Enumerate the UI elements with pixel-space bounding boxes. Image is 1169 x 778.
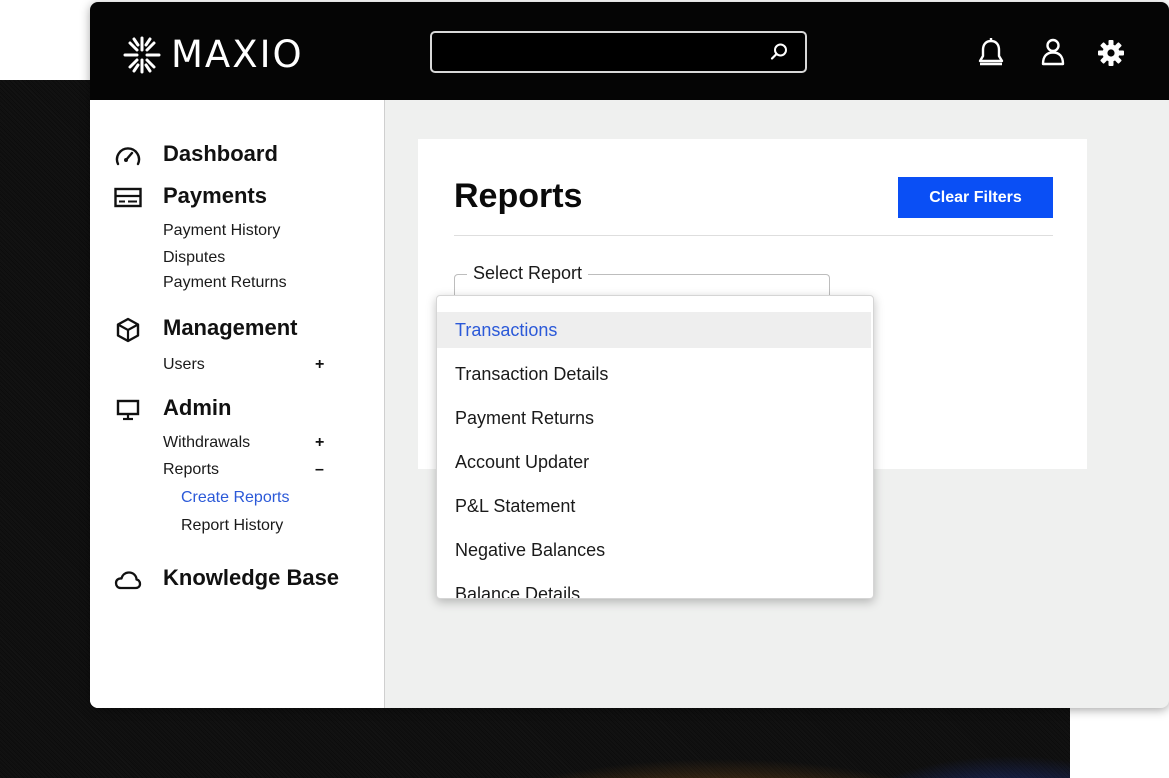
dropdown-option-transactions[interactable]: Transactions — [437, 312, 871, 348]
monitor-icon — [114, 396, 142, 424]
top-bar: MAXIO — [90, 2, 1169, 100]
brand-logo[interactable]: MAXIO — [123, 35, 304, 75]
brand-name: MAXIO — [171, 33, 304, 76]
sidebar-subitem-create-reports[interactable]: Create Reports — [181, 489, 290, 507]
sidebar-subitem-withdrawals[interactable]: Withdrawals — [163, 434, 250, 452]
sidebar-subitem-disputes[interactable]: Disputes — [163, 249, 225, 267]
sidebar-subitem-reports[interactable]: Reports — [163, 461, 219, 479]
collapse-reports-toggle[interactable]: – — [315, 461, 324, 479]
sidebar-item-label: Knowledge Base — [163, 565, 340, 590]
cube-icon — [114, 316, 142, 344]
divider — [454, 235, 1053, 236]
sidebar-item-label: Payments — [163, 183, 267, 208]
sidebar-subitem-users[interactable]: Users — [163, 356, 205, 374]
dropdown-option-pl-statement[interactable]: P&L Statement — [437, 488, 871, 524]
sidebar-item-label: Admin — [163, 395, 232, 420]
search-icon[interactable] — [769, 42, 789, 62]
sidebar-item-dashboard[interactable]: Dashboard — [114, 141, 278, 170]
gear-icon[interactable] — [1098, 40, 1124, 66]
credit-card-icon — [114, 184, 142, 212]
sidebar-subitem-report-history[interactable]: Report History — [181, 517, 283, 535]
dropdown-option-transaction-details[interactable]: Transaction Details — [437, 356, 871, 392]
sidebar-item-management[interactable]: Management — [114, 315, 297, 344]
gauge-icon — [114, 142, 142, 170]
report-dropdown-menu: Transactions Transaction Details Payment… — [436, 295, 874, 599]
user-icon[interactable] — [1041, 38, 1065, 66]
expand-withdrawals-toggle[interactable]: + — [315, 434, 324, 452]
dropdown-option-account-updater[interactable]: Account Updater — [437, 444, 871, 480]
page-title: Reports — [454, 177, 583, 215]
cloud-icon — [114, 566, 142, 594]
maxio-logo-icon — [123, 36, 161, 74]
dropdown-option-negative-balances[interactable]: Negative Balances — [437, 532, 871, 568]
bell-icon[interactable] — [977, 38, 1005, 68]
search-input[interactable] — [430, 31, 807, 73]
sidebar: Dashboard Payments Payment History Dispu… — [90, 100, 385, 708]
background-corner — [1070, 700, 1169, 778]
sidebar-item-knowledge-base[interactable]: Knowledge Base — [114, 565, 339, 594]
select-report-label: Select Report — [467, 263, 589, 284]
sidebar-item-label: Dashboard — [163, 141, 278, 166]
sidebar-item-admin[interactable]: Admin — [114, 395, 231, 424]
sidebar-subitem-payment-returns[interactable]: Payment Returns — [163, 274, 287, 292]
clear-filters-button[interactable]: Clear Filters — [898, 177, 1053, 218]
dropdown-option-balance-details[interactable]: Balance Details — [437, 576, 871, 599]
sidebar-subitem-payment-history[interactable]: Payment History — [163, 222, 280, 240]
dropdown-option-payment-returns[interactable]: Payment Returns — [437, 400, 871, 436]
expand-users-toggle[interactable]: + — [315, 356, 324, 374]
sidebar-item-label: Management — [163, 315, 298, 340]
sidebar-item-payments[interactable]: Payments — [114, 183, 267, 212]
